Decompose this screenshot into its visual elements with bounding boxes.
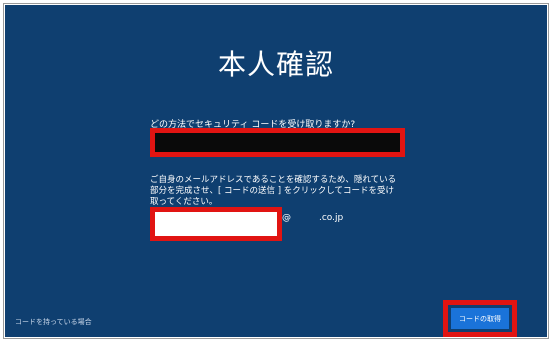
get-code-highlight: コードの取得 — [443, 300, 517, 337]
email-instructions: ご自身のメールアドレスであることを確認するため、隠れている部分を完成させ、[ コ… — [150, 175, 397, 207]
page-title: 本人確認 — [217, 48, 334, 81]
verification-panel: 本人確認 どの方法でセキュリティ コードを受け取りますか? ご自身のメールアドレ… — [5, 5, 547, 337]
have-code-link[interactable]: コードを持っている場合 — [15, 317, 92, 327]
get-code-button[interactable]: コードの取得 — [451, 308, 509, 329]
verification-method-select[interactable] — [150, 128, 405, 157]
at-symbol: @ — [282, 213, 291, 223]
email-row: @ .co.jp — [150, 207, 410, 243]
email-domain-suffix: .co.jp — [319, 213, 344, 223]
email-field[interactable] — [150, 207, 282, 241]
